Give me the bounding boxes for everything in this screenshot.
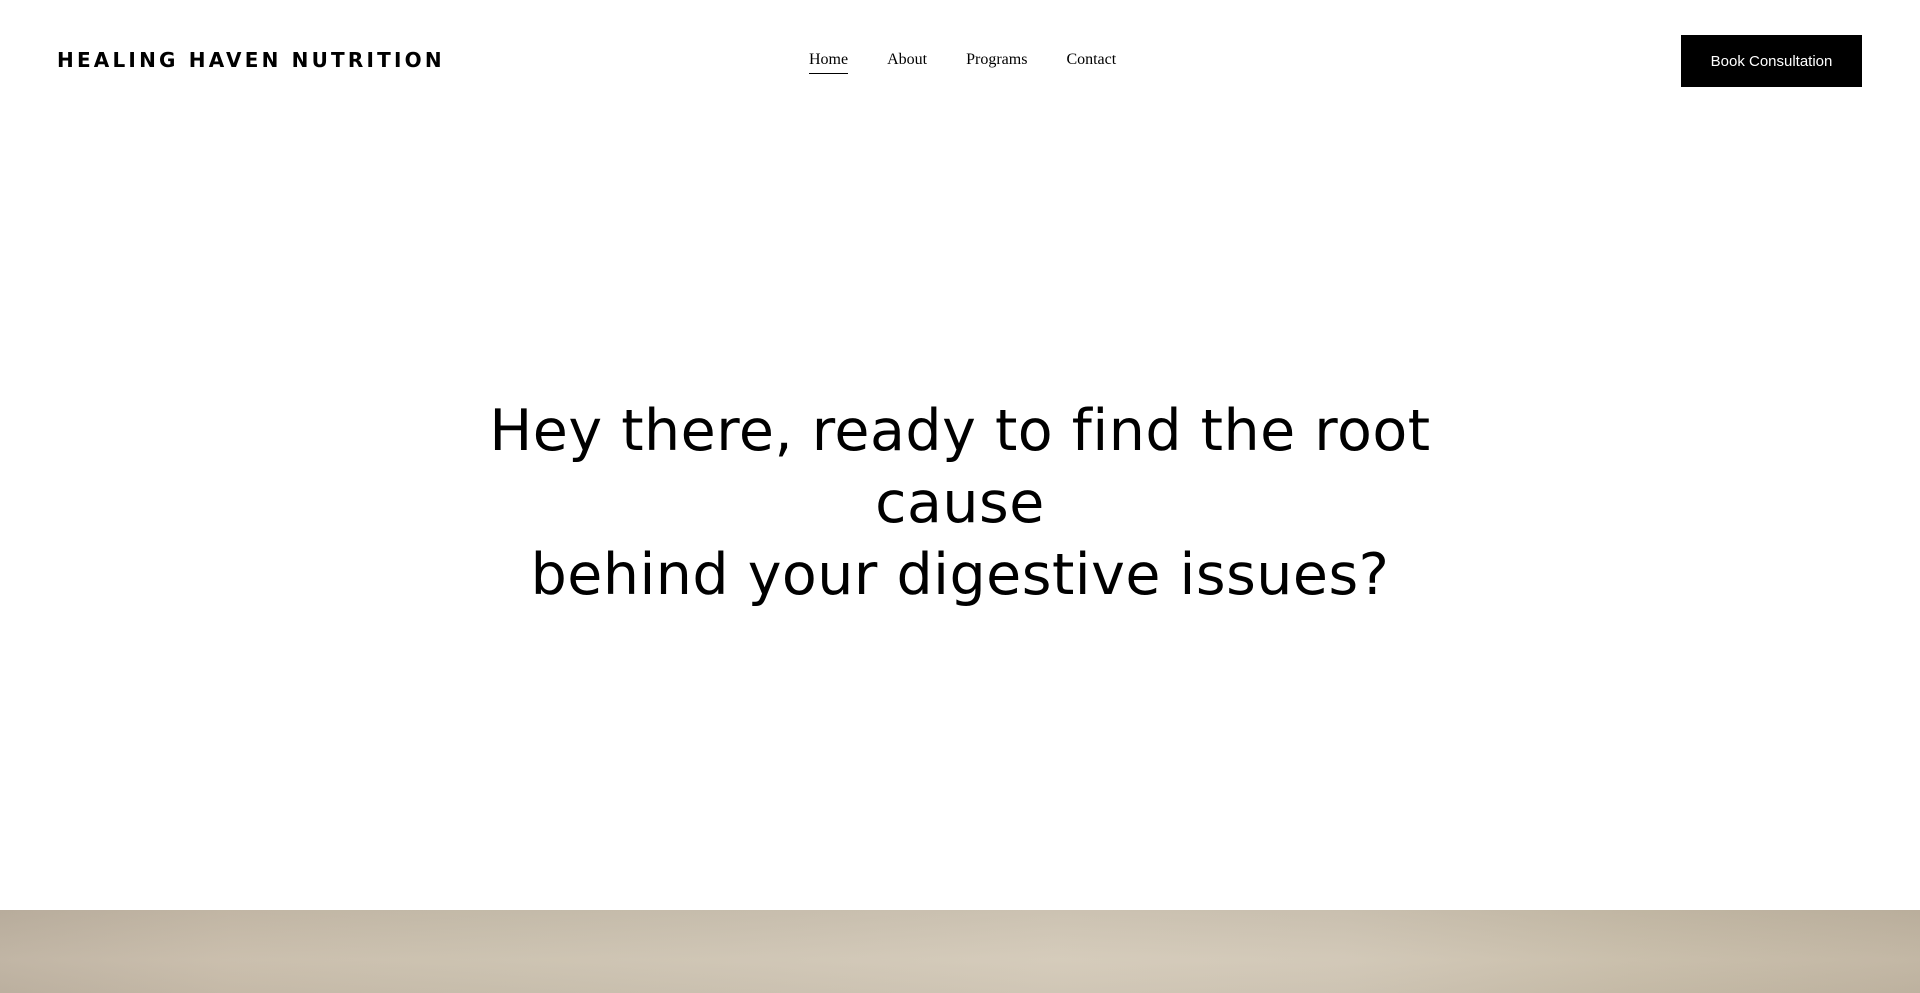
nav-item-home[interactable]: Home: [809, 50, 849, 74]
hero-heading-line-1: Hey there, ready to find the root cause: [489, 398, 1431, 536]
hero-section: Hey there, ready to find the root cause …: [0, 122, 1920, 910]
nav-item-programs[interactable]: Programs: [966, 50, 1027, 74]
main-nav: Home About Programs Contact: [809, 50, 1116, 74]
hero-heading-line-2: behind your digestive issues?: [530, 542, 1390, 608]
nav-item-about[interactable]: About: [887, 50, 927, 74]
banner-image-overlay: [0, 910, 1920, 993]
book-consultation-button[interactable]: Book Consultation: [1681, 35, 1862, 87]
nav-item-contact[interactable]: Contact: [1066, 50, 1116, 74]
hero-image-banner: [0, 910, 1920, 993]
hero-heading: Hey there, ready to find the root cause …: [410, 395, 1510, 611]
site-logo[interactable]: HEALING HAVEN NUTRITION: [57, 47, 445, 73]
site-header: HEALING HAVEN NUTRITION Home About Progr…: [0, 0, 1920, 122]
